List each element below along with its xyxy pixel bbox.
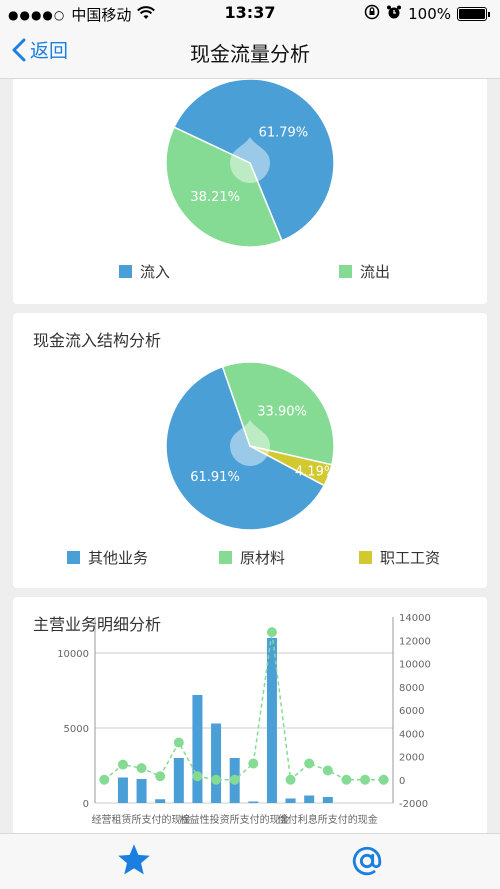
at-sign-icon xyxy=(352,846,382,876)
inflow-structure-pie-chart: 61.91% 33.90% 4.19% xyxy=(165,361,336,531)
bar[interactable] xyxy=(173,758,184,803)
x-axis-tick-label: 权益性投资所支付的现金 xyxy=(180,813,290,826)
bar[interactable] xyxy=(304,795,315,804)
battery-icon xyxy=(457,7,487,21)
bar[interactable] xyxy=(322,797,333,803)
legend-swatch xyxy=(359,551,372,564)
line-point[interactable] xyxy=(155,771,166,782)
content-scroll[interactable]: 61.79% 38.21% 流入 流出 现金流入结构分析 61.91% 33.90%… xyxy=(0,79,500,833)
line-point[interactable] xyxy=(211,774,222,785)
left-axis-tick-label: 5000 xyxy=(64,724,89,735)
legend-label: 流入 xyxy=(140,263,171,281)
line-point[interactable] xyxy=(229,774,240,785)
line-point[interactable] xyxy=(285,774,296,785)
right-axis-tick-label: 8000 xyxy=(399,683,424,694)
line-point[interactable] xyxy=(117,759,128,770)
line-point[interactable] xyxy=(378,774,389,785)
legend-item-wages[interactable]: 职工工资 xyxy=(359,547,440,568)
status-right: 100% xyxy=(364,4,490,24)
right-axis-tick-label: 14000 xyxy=(399,613,431,624)
right-axis-tick-label: -2000 xyxy=(399,799,428,810)
rotation-lock-icon xyxy=(364,4,380,24)
right-axis-tick-label: 2000 xyxy=(399,753,424,764)
inflow-outflow-pie-chart: 61.79% 38.21% xyxy=(165,79,335,248)
battery-percent: 100% xyxy=(408,5,451,23)
line-point[interactable] xyxy=(136,763,147,774)
left-axis-tick-label: 10000 xyxy=(57,649,89,660)
right-axis-tick-label: 6000 xyxy=(399,706,424,717)
line-point[interactable] xyxy=(192,771,203,782)
pie2-slice-label-0: 61.91% xyxy=(190,470,240,485)
bar[interactable] xyxy=(192,695,203,803)
legend-item-other-business[interactable]: 其他业务 xyxy=(67,547,148,568)
cashflow-card: 61.79% 38.21% 流入 流出 xyxy=(13,79,487,304)
legend-item-outflow[interactable]: 流出 xyxy=(339,261,390,282)
line-point[interactable] xyxy=(266,627,277,638)
x-axis-tick-label: 偿付利息所支付的现金 xyxy=(278,813,378,826)
bar[interactable] xyxy=(136,779,147,803)
line-point[interactable] xyxy=(173,737,184,748)
bar[interactable] xyxy=(211,723,222,804)
line-point[interactable] xyxy=(341,774,352,785)
legend-item-inflow[interactable]: 流入 xyxy=(119,261,170,282)
page-title: 现金流量分析 xyxy=(190,42,310,66)
right-axis-tick-label: 10000 xyxy=(399,660,431,671)
status-bar: ●●●●○ 中国移动 13:37 100% xyxy=(0,0,500,26)
legend-swatch xyxy=(339,265,352,278)
line-point[interactable] xyxy=(304,758,315,769)
pie1-slice-label-0: 61.79% xyxy=(259,125,309,140)
nav-bar: 返回 现金流量分析 xyxy=(0,26,500,79)
line-point[interactable] xyxy=(360,774,371,785)
line-point[interactable] xyxy=(248,758,259,769)
bar[interactable] xyxy=(248,801,259,804)
x-axis-tick-label: 经营租赁所支付的现金 xyxy=(92,813,192,826)
bar[interactable] xyxy=(117,777,128,804)
pie2-slice-label-1: 33.90% xyxy=(257,404,307,419)
legend-swatch xyxy=(119,265,132,278)
legend-label: 其他业务 xyxy=(88,549,149,567)
right-axis-tick-label: 4000 xyxy=(399,729,424,740)
line-point[interactable] xyxy=(99,774,110,785)
legend-swatch xyxy=(67,551,80,564)
line-series xyxy=(103,632,384,782)
left-axis-tick-label: 0 xyxy=(83,799,89,810)
inflow-structure-card: 现金流入结构分析 61.91% 33.90% 4.19% 其他业务 原材料 职工工资 xyxy=(13,313,487,588)
line-point[interactable] xyxy=(322,765,333,776)
right-axis-tick-label: 12000 xyxy=(399,636,431,647)
legend-label: 原材料 xyxy=(240,549,286,567)
mention-tab[interactable] xyxy=(350,844,384,887)
tab-bar xyxy=(0,833,500,889)
bar[interactable] xyxy=(285,798,296,804)
favorites-tab[interactable] xyxy=(116,842,152,887)
legend-label: 职工工资 xyxy=(380,549,441,567)
pie2-slice-label-2: 4.19% xyxy=(295,465,336,480)
legend-item-raw-materials[interactable]: 原材料 xyxy=(219,547,285,568)
right-axis-tick-label: 0 xyxy=(399,776,405,787)
bar[interactable] xyxy=(155,799,166,803)
business-detail-bar-chart: 0 5000 10000 -2000 0 2000 4000 6000 8000 10000 120… xyxy=(57,613,431,826)
legend-swatch xyxy=(219,551,232,564)
star-icon xyxy=(118,844,150,875)
business-detail-card: 主营业务明细分析 0 5000 10000 -2000 0 2000 4000 6000 800… xyxy=(13,597,487,833)
battery-tip xyxy=(488,11,490,17)
legend-label: 流出 xyxy=(360,263,391,281)
pie1-slice-label-1: 38.21% xyxy=(190,190,240,205)
alarm-icon xyxy=(386,4,402,24)
